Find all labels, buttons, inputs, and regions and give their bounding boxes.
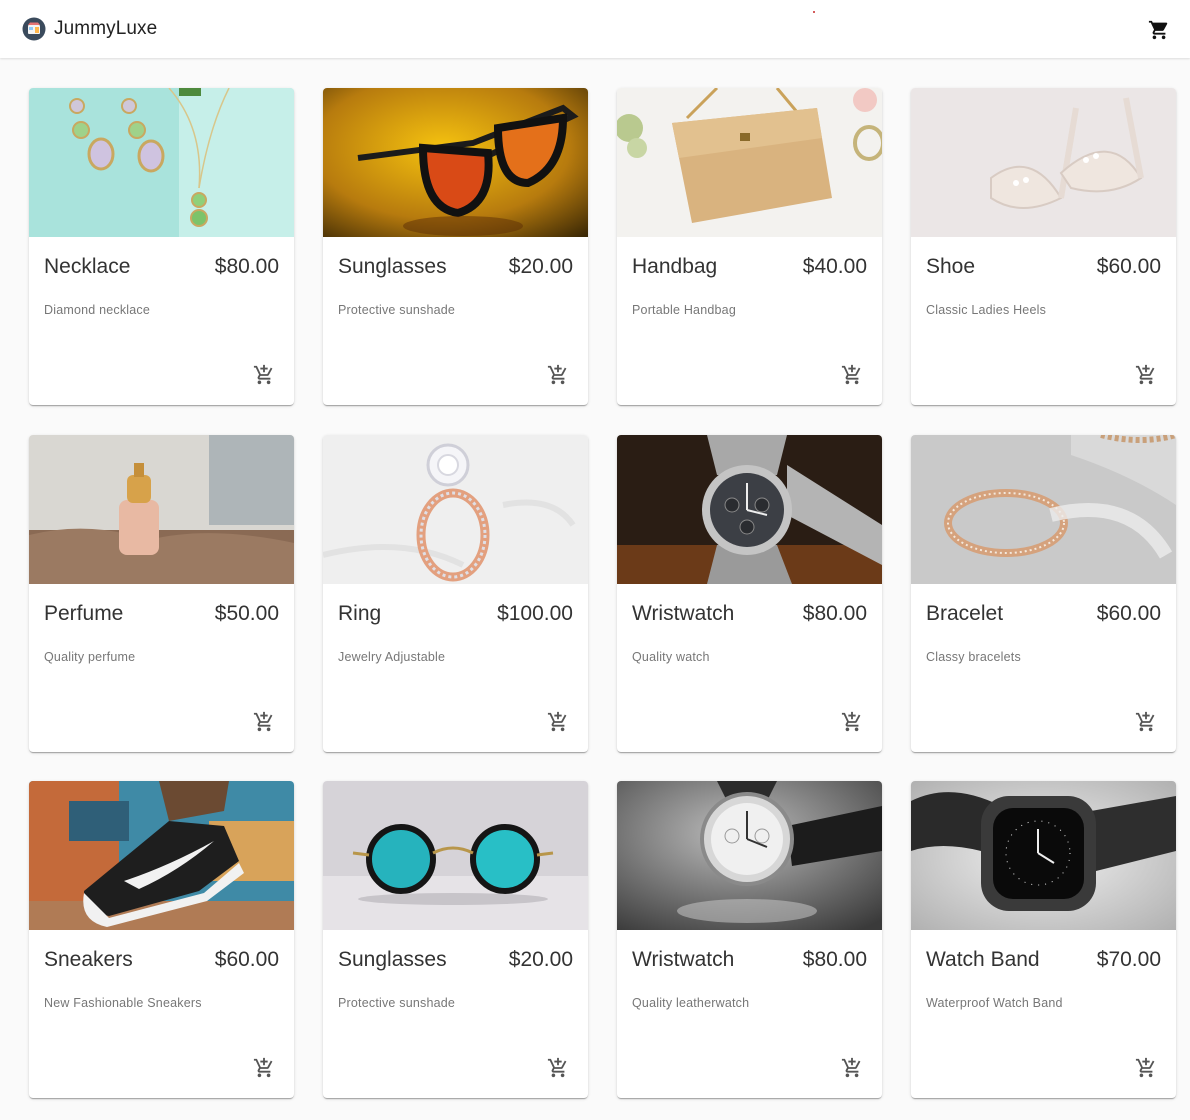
necklace-image[interactable] (29, 88, 294, 237)
product-description: Portable Handbag (632, 303, 736, 317)
product-name: Sunglasses (338, 948, 447, 971)
perfume-image[interactable] (29, 434, 294, 584)
product-card[interactable]: Sneakers $60.00 New Fashionable Sneakers (29, 781, 294, 1098)
product-price: $60.00 (214, 948, 279, 971)
add-to-cart-button[interactable] (545, 709, 571, 735)
product-card[interactable]: Shoe $60.00 Classic Ladies Heels (911, 88, 1176, 405)
product-grid: Necklace $80.00 Diamond necklace Sunglas… (29, 88, 1176, 1098)
sneakers-image[interactable] (29, 781, 294, 930)
add-shopping-cart-icon (547, 364, 567, 385)
product-card[interactable]: Handbag $40.00 Portable Handbag (617, 88, 882, 405)
product-card[interactable]: Wristwatch $80.00 Quality watch (617, 434, 882, 752)
add-to-cart-button[interactable] (251, 709, 277, 735)
brand-name: JummyLuxe (54, 18, 158, 39)
product-name: Wristwatch (632, 948, 735, 971)
add-to-cart-button[interactable] (1133, 709, 1159, 735)
product-description: New Fashionable Sneakers (44, 996, 202, 1010)
product-description: Protective sunshade (338, 303, 456, 317)
product-price: $80.00 (802, 948, 867, 971)
product-price: $50.00 (214, 601, 279, 625)
product-description: Classy bracelets (926, 649, 1021, 664)
product-price: $60.00 (1096, 601, 1161, 625)
product-name: Handbag (632, 255, 718, 278)
product-card[interactable]: Wristwatch $80.00 Quality leatherwatch (617, 781, 882, 1098)
add-to-cart-button[interactable] (839, 1055, 865, 1081)
main-content: Necklace $80.00 Diamond necklace Sunglas… (7, 58, 1190, 1120)
add-to-cart-button[interactable] (1133, 362, 1159, 388)
product-description: Quality watch (632, 649, 710, 664)
product-price: $20.00 (508, 255, 573, 278)
add-shopping-cart-icon (841, 1057, 861, 1078)
product-card[interactable]: Necklace $80.00 Diamond necklace (29, 88, 294, 405)
round-sunglasses-image[interactable] (323, 781, 588, 930)
sunglasses-image[interactable] (323, 88, 588, 237)
product-card[interactable]: Perfume $50.00 Quality perfume (29, 434, 294, 752)
shop-icon (22, 17, 46, 41)
product-price: $60.00 (1096, 255, 1161, 278)
product-description: Classic Ladies Heels (926, 303, 1047, 317)
add-shopping-cart-icon (841, 364, 861, 385)
add-to-cart-button[interactable] (545, 1055, 571, 1081)
product-name: Shoe (926, 255, 976, 278)
add-shopping-cart-icon (547, 711, 567, 731)
product-name: Perfume (44, 601, 124, 625)
product-price: $80.00 (802, 601, 867, 625)
add-shopping-cart-icon (253, 711, 273, 731)
add-to-cart-button[interactable] (251, 362, 277, 388)
handbag-image[interactable] (617, 88, 882, 237)
add-shopping-cart-icon (841, 711, 861, 731)
product-price: $20.00 (508, 948, 573, 971)
add-to-cart-button[interactable] (1133, 1055, 1159, 1081)
product-name: Wristwatch (632, 601, 735, 625)
decorative-dot (813, 11, 815, 13)
product-card[interactable]: Bracelet $60.00 Classy bracelets (911, 434, 1176, 752)
app-bar: JummyLuxe (0, 0, 1190, 58)
product-price: $80.00 (214, 255, 279, 278)
product-price: $40.00 (802, 255, 867, 278)
add-shopping-cart-icon (1135, 364, 1155, 385)
product-price: $70.00 (1096, 948, 1161, 971)
add-shopping-cart-icon (253, 1057, 273, 1078)
product-description: Waterproof Watch Band (926, 996, 1063, 1010)
add-to-cart-button[interactable] (839, 709, 865, 735)
product-name: Bracelet (926, 601, 1004, 625)
product-name: Sunglasses (338, 255, 447, 278)
product-name: Ring (338, 601, 382, 625)
leather-wristwatch-image[interactable] (617, 781, 882, 930)
product-price: $100.00 (497, 601, 573, 625)
add-shopping-cart-icon (547, 1057, 567, 1078)
add-shopping-cart-icon (1135, 1057, 1155, 1078)
add-shopping-cart-icon (253, 364, 273, 385)
product-card[interactable]: Sunglasses $20.00 Protective sunshade (323, 781, 588, 1098)
add-shopping-cart-icon (1135, 711, 1155, 731)
ring-image[interactable] (323, 434, 588, 584)
shopping-cart-icon (1148, 20, 1168, 40)
wristwatch-image[interactable] (617, 434, 882, 584)
add-to-cart-button[interactable] (251, 1055, 277, 1081)
cart-button[interactable] (1145, 16, 1173, 44)
product-description: Quality perfume (44, 649, 136, 664)
product-card[interactable]: Ring $100.00 Jewelry Adjustable (323, 434, 588, 752)
product-name: Watch Band (926, 948, 1040, 971)
brand[interactable]: JummyLuxe (22, 17, 157, 41)
add-to-cart-button[interactable] (545, 362, 571, 388)
product-description: Protective sunshade (338, 996, 456, 1010)
product-name: Sneakers (44, 948, 133, 971)
product-description: Diamond necklace (44, 303, 151, 317)
product-card[interactable]: Sunglasses $20.00 Protective sunshade (323, 88, 588, 405)
shoe-image[interactable] (911, 88, 1176, 237)
product-description: Quality leatherwatch (632, 996, 750, 1010)
product-name: Necklace (44, 255, 131, 278)
smartwatch-image[interactable] (911, 781, 1176, 930)
product-card[interactable]: Watch Band $70.00 Waterproof Watch Band (911, 781, 1176, 1098)
bracelet-image[interactable] (911, 434, 1176, 584)
product-description: Jewelry Adjustable (338, 649, 446, 664)
add-to-cart-button[interactable] (839, 362, 865, 388)
